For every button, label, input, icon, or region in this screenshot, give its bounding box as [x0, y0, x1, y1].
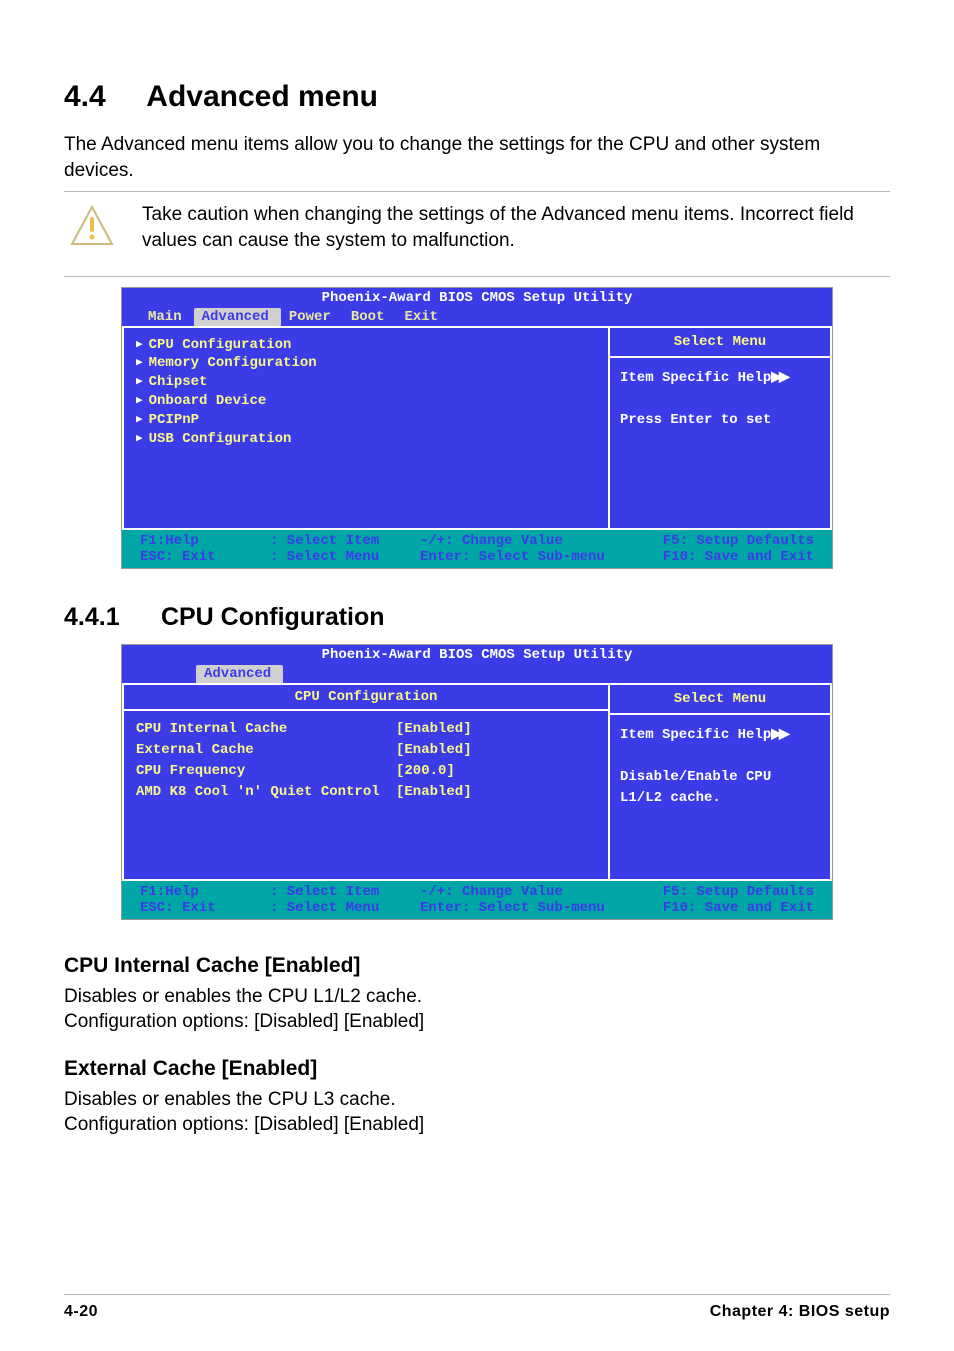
submenu-arrow-icon: ▶ — [136, 356, 143, 371]
bios-footer: F1:Help : Select Item -/+: Change Value … — [122, 881, 832, 919]
submenu-arrow-icon: ▶ — [136, 338, 143, 353]
divider — [64, 191, 890, 192]
footer-enter: Enter: Select Sub-menu — [420, 549, 630, 565]
bios-title: Phoenix-Award BIOS CMOS Setup Utility — [122, 645, 832, 665]
footer-f10: F10: Save and Exit — [630, 549, 814, 565]
bios-screen-advanced: Phoenix-Award BIOS CMOS Setup Utility Ma… — [121, 287, 833, 569]
setting-value: [200.0] — [396, 761, 455, 782]
bios-help-panel: Select Menu Item Specific Help▶▶ Press E… — [610, 328, 832, 530]
help-line: Item Specific Help — [620, 727, 771, 743]
setting-label: CPU Internal Cache — [136, 719, 396, 740]
subsection-number: 4.4.1 — [64, 603, 154, 632]
tab-power[interactable]: Power — [281, 308, 343, 326]
footer-change-value: -/+: Change Value — [420, 884, 630, 900]
page-footer: 4-20 Chapter 4: BIOS setup — [64, 1294, 890, 1321]
setting-amd-cool-n-quiet[interactable]: AMD K8 Cool 'n' Quiet Control[Enabled] — [136, 782, 592, 803]
double-arrow-icon: ▶▶ — [771, 725, 787, 741]
section-heading: 4.4 Advanced menu — [64, 80, 890, 114]
footer-f1: F1:Help — [140, 533, 270, 549]
footer-f5: F5: Setup Defaults — [630, 884, 814, 900]
item-label: PCIPnP — [149, 411, 199, 430]
setting-cpu-internal-cache[interactable]: CPU Internal Cache[Enabled] — [136, 719, 592, 740]
menu-chipset[interactable]: ▶ Chipset — [136, 373, 592, 392]
bios-tabs: Main Advanced Power Boot Exit — [122, 308, 832, 328]
item-label: Memory Configuration — [149, 354, 317, 373]
item-label: Onboard Device — [149, 392, 267, 411]
caution-block: Take caution when changing the settings … — [64, 202, 890, 253]
item-label: CPU Configuration — [149, 336, 292, 355]
section-title-text: Advanced menu — [146, 80, 378, 113]
footer-change-value: -/+: Change Value — [420, 533, 630, 549]
bios-title: Phoenix-Award BIOS CMOS Setup Utility — [122, 288, 832, 308]
double-arrow-icon: ▶▶ — [771, 368, 787, 384]
setting-label: CPU Frequency — [136, 761, 396, 782]
footer-select-item: : Select Item — [270, 533, 420, 549]
menu-pcipnp[interactable]: ▶ PCIPnP — [136, 411, 592, 430]
menu-memory-configuration[interactable]: ▶ Memory Configuration — [136, 354, 592, 373]
setting-label: AMD K8 Cool 'n' Quiet Control — [136, 782, 396, 803]
footer-esc: ESC: Exit — [140, 549, 270, 565]
footer-esc: ESC: Exit — [140, 900, 270, 916]
submenu-arrow-icon: ▶ — [136, 413, 143, 428]
help-line: Press Enter to set — [620, 412, 771, 428]
bios-screen-cpu-config: Phoenix-Award BIOS CMOS Setup Utility Ad… — [121, 644, 833, 920]
setting-label: External Cache — [136, 740, 396, 761]
menu-usb-configuration[interactable]: ▶ USB Configuration — [136, 430, 592, 449]
menu-cpu-configuration[interactable]: ▶ CPU Configuration — [136, 336, 592, 355]
help-title: Select Menu — [610, 328, 830, 350]
setting-value: [Enabled] — [396, 782, 472, 803]
footer-select-item: : Select Item — [270, 884, 420, 900]
setting-desc: Disables or enables the CPU L3 cache. — [64, 1087, 890, 1113]
divider — [64, 276, 890, 277]
setting-value: [Enabled] — [396, 740, 472, 761]
footer-enter: Enter: Select Sub-menu — [420, 900, 630, 916]
help-line: Disable/Enable CPU L1/L2 cache. — [620, 769, 771, 806]
tab-advanced[interactable]: Advanced — [194, 308, 281, 326]
section-number: 4.4 — [64, 80, 106, 113]
setting-value: [Enabled] — [396, 719, 472, 740]
footer-f5: F5: Setup Defaults — [630, 533, 814, 549]
help-line: Item Specific Help — [620, 370, 771, 386]
bios-help-panel: Select Menu Item Specific Help▶▶ Disable… — [610, 685, 832, 881]
tab-main[interactable]: Main — [140, 308, 194, 326]
panel-title: CPU Configuration — [124, 685, 608, 711]
bios-left-panel: CPU Configuration CPU Internal Cache[Ena… — [122, 685, 610, 881]
tab-advanced[interactable]: Advanced — [196, 665, 283, 683]
item-label: Chipset — [149, 373, 208, 392]
setting-options: Configuration options: [Disabled] [Enabl… — [64, 1112, 890, 1138]
page-number: 4-20 — [64, 1303, 98, 1321]
footer-f1: F1:Help — [140, 884, 270, 900]
footer-select-menu: : Select Menu — [270, 900, 420, 916]
subsection-title: CPU Configuration — [161, 603, 385, 631]
menu-onboard-device[interactable]: ▶ Onboard Device — [136, 392, 592, 411]
item-label: USB Configuration — [149, 430, 292, 449]
tab-exit[interactable]: Exit — [396, 308, 450, 326]
footer-f10: F10: Save and Exit — [630, 900, 814, 916]
subsection-heading: 4.4.1 CPU Configuration — [64, 603, 890, 632]
submenu-arrow-icon: ▶ — [136, 375, 143, 390]
bios-left-panel: ▶ CPU Configuration ▶ Memory Configuration… — [122, 328, 610, 530]
tab-boot[interactable]: Boot — [343, 308, 397, 326]
help-title: Select Menu — [610, 685, 830, 707]
chapter-label: Chapter 4: BIOS setup — [710, 1303, 890, 1321]
submenu-arrow-icon: ▶ — [136, 394, 143, 409]
caution-icon — [70, 204, 114, 248]
caution-text: Take caution when changing the settings … — [142, 202, 890, 253]
footer-select-menu: : Select Menu — [270, 549, 420, 565]
bios-tabs: Advanced — [122, 665, 832, 685]
setting-desc: Disables or enables the CPU L1/L2 cache. — [64, 984, 890, 1010]
setting-options: Configuration options: [Disabled] [Enabl… — [64, 1009, 890, 1035]
section-intro: The Advanced menu items allow you to cha… — [64, 132, 890, 183]
bios-footer: F1:Help : Select Item -/+: Change Value … — [122, 530, 832, 568]
setting-heading-cpu-internal-cache: CPU Internal Cache [Enabled] — [64, 954, 890, 978]
submenu-arrow-icon: ▶ — [136, 432, 143, 447]
setting-external-cache[interactable]: External Cache[Enabled] — [136, 740, 592, 761]
setting-cpu-frequency[interactable]: CPU Frequency[200.0] — [136, 761, 592, 782]
setting-heading-external-cache: External Cache [Enabled] — [64, 1057, 890, 1081]
